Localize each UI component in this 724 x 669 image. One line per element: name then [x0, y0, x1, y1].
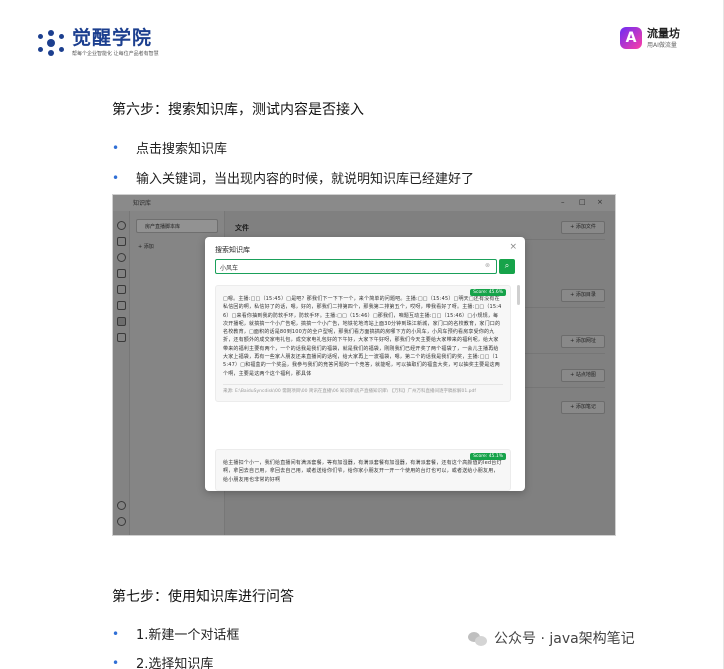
- step6-bullet-2: • 输入关键词，当出现内容的时候，就说明知识库已经建好了: [112, 168, 475, 188]
- bullet-text: 2.选择知识库: [136, 657, 214, 669]
- bullet-text: 1.新建一个对话框: [136, 628, 240, 643]
- step7-heading: 第七步：使用知识库进行问答: [112, 589, 294, 605]
- a-letter-logo-icon: A: [620, 27, 642, 49]
- app-screenshot: 知识库 – □ × 房产直播脚本库 + 添加 文件 + 添加文件 + 添加目录: [112, 194, 616, 536]
- brand-name: 觉醒学院: [72, 27, 153, 49]
- brand-slogan: 帮每个企业智能化 让每位产品者有智慧: [72, 51, 159, 57]
- close-icon[interactable]: ×: [509, 242, 517, 252]
- add-kb-button[interactable]: + 添加: [138, 243, 154, 250]
- results-scrollbar[interactable]: [517, 285, 520, 305]
- knowledge-base-icon[interactable]: [117, 317, 126, 326]
- result-source: 来源: E:\BaiduSyncdisk\00 需期项目\00 简讯在直播\06…: [223, 383, 503, 395]
- modal-title: 搜索知识库: [215, 246, 250, 254]
- maximize-icon[interactable]: □: [579, 198, 586, 206]
- gear-icon[interactable]: [117, 517, 126, 526]
- brand-logo-right: A 流量坊 用AI做流量: [620, 27, 680, 49]
- search-button[interactable]: ⌕: [499, 259, 515, 274]
- app-title: 知识库: [133, 200, 152, 207]
- wechat-icon: [468, 630, 488, 646]
- step7-bullet-1: • 1.新建一个对话框: [112, 624, 240, 644]
- step6-heading: 第六步：搜索知识库，测试内容是否接入: [112, 102, 364, 118]
- bullet-text: 输入关键词，当出现内容的时候，就说明知识库已经建好了: [136, 172, 475, 187]
- add-url-button[interactable]: + 添加网址: [561, 335, 605, 348]
- add-file-button[interactable]: + 添加文件: [561, 221, 605, 234]
- step6-bullet-1: • 点击搜索知识库: [112, 138, 228, 158]
- brand-right-name: 流量坊: [647, 27, 680, 40]
- result-card[interactable]: Score: 45.6% □嗯。主播:□□（15:45）□是吧？那我们下一下下一…: [215, 285, 511, 402]
- bullet-text: 点击搜索知识库: [136, 142, 228, 157]
- grid-icon[interactable]: [117, 301, 126, 310]
- sparkle-icon[interactable]: [117, 253, 126, 262]
- search-icon: ⌕: [504, 261, 510, 270]
- close-window-icon[interactable]: ×: [597, 198, 603, 206]
- dots-logo-icon: [36, 29, 66, 56]
- result-card[interactable]: Score: 45.1% 给主播扣个小一，我们给直播间有满派套餐，等有加湿器，有…: [215, 449, 511, 491]
- clear-icon[interactable]: ⊗: [485, 262, 490, 269]
- add-directory-button[interactable]: + 添加目录: [561, 289, 605, 302]
- apps-icon[interactable]: [117, 237, 126, 246]
- search-kb-modal: 搜索知识库 × 小风车 ⊗ ⌕ Score: 45.6% □嗯。主播:□□（15…: [205, 237, 525, 491]
- search-input[interactable]: 小风车: [215, 259, 497, 274]
- translate-icon[interactable]: [117, 285, 126, 294]
- brand-logo-left: 觉醒学院 帮每个企业智能化 让每位产品者有智慧: [36, 28, 159, 57]
- folder-icon[interactable]: [117, 333, 126, 342]
- score-badge: Score: 45.6%: [470, 289, 506, 296]
- score-badge: Score: 45.1%: [470, 453, 506, 460]
- bullet-dot-icon: •: [112, 170, 120, 185]
- sitemap-button[interactable]: + 站点地图: [561, 369, 605, 382]
- help-icon[interactable]: [117, 501, 126, 510]
- title-bar: 知识库 – □ ×: [113, 195, 615, 211]
- result-text: 给主播扣个小一，我们给直播间有满派套餐，等有加湿器，有满派套餐有加湿器，有满派套…: [223, 460, 502, 483]
- image-icon[interactable]: [117, 269, 126, 278]
- result-text: □嗯。主播:□□（15:45）□是吧？那我们下一下下一个，来个简单的问题吧。主播…: [223, 296, 502, 377]
- icon-rail: [113, 211, 130, 535]
- bullet-dot-icon: •: [112, 655, 120, 669]
- watermark-text: 公众号 · java架构笔记: [494, 631, 635, 647]
- search-results: Score: 45.6% □嗯。主播:□□（15:45）□是吧？那我们下一下下一…: [215, 285, 515, 491]
- search-row: 小风车 ⊗ ⌕: [215, 259, 515, 274]
- bullet-dot-icon: •: [112, 140, 120, 155]
- wechat-watermark: 公众号 · java架构笔记: [468, 628, 635, 648]
- step7-bullet-2: • 2.选择知识库: [112, 653, 213, 669]
- minimize-icon[interactable]: –: [561, 198, 565, 206]
- bullet-dot-icon: •: [112, 626, 120, 641]
- add-note-button[interactable]: + 添加笔记: [561, 401, 605, 414]
- sidebar-item-kb[interactable]: 房产直播脚本库: [136, 219, 218, 233]
- file-section-title: 文件: [235, 224, 249, 232]
- brand-right-sub: 用AI做流量: [647, 42, 677, 49]
- chat-icon[interactable]: [117, 221, 126, 230]
